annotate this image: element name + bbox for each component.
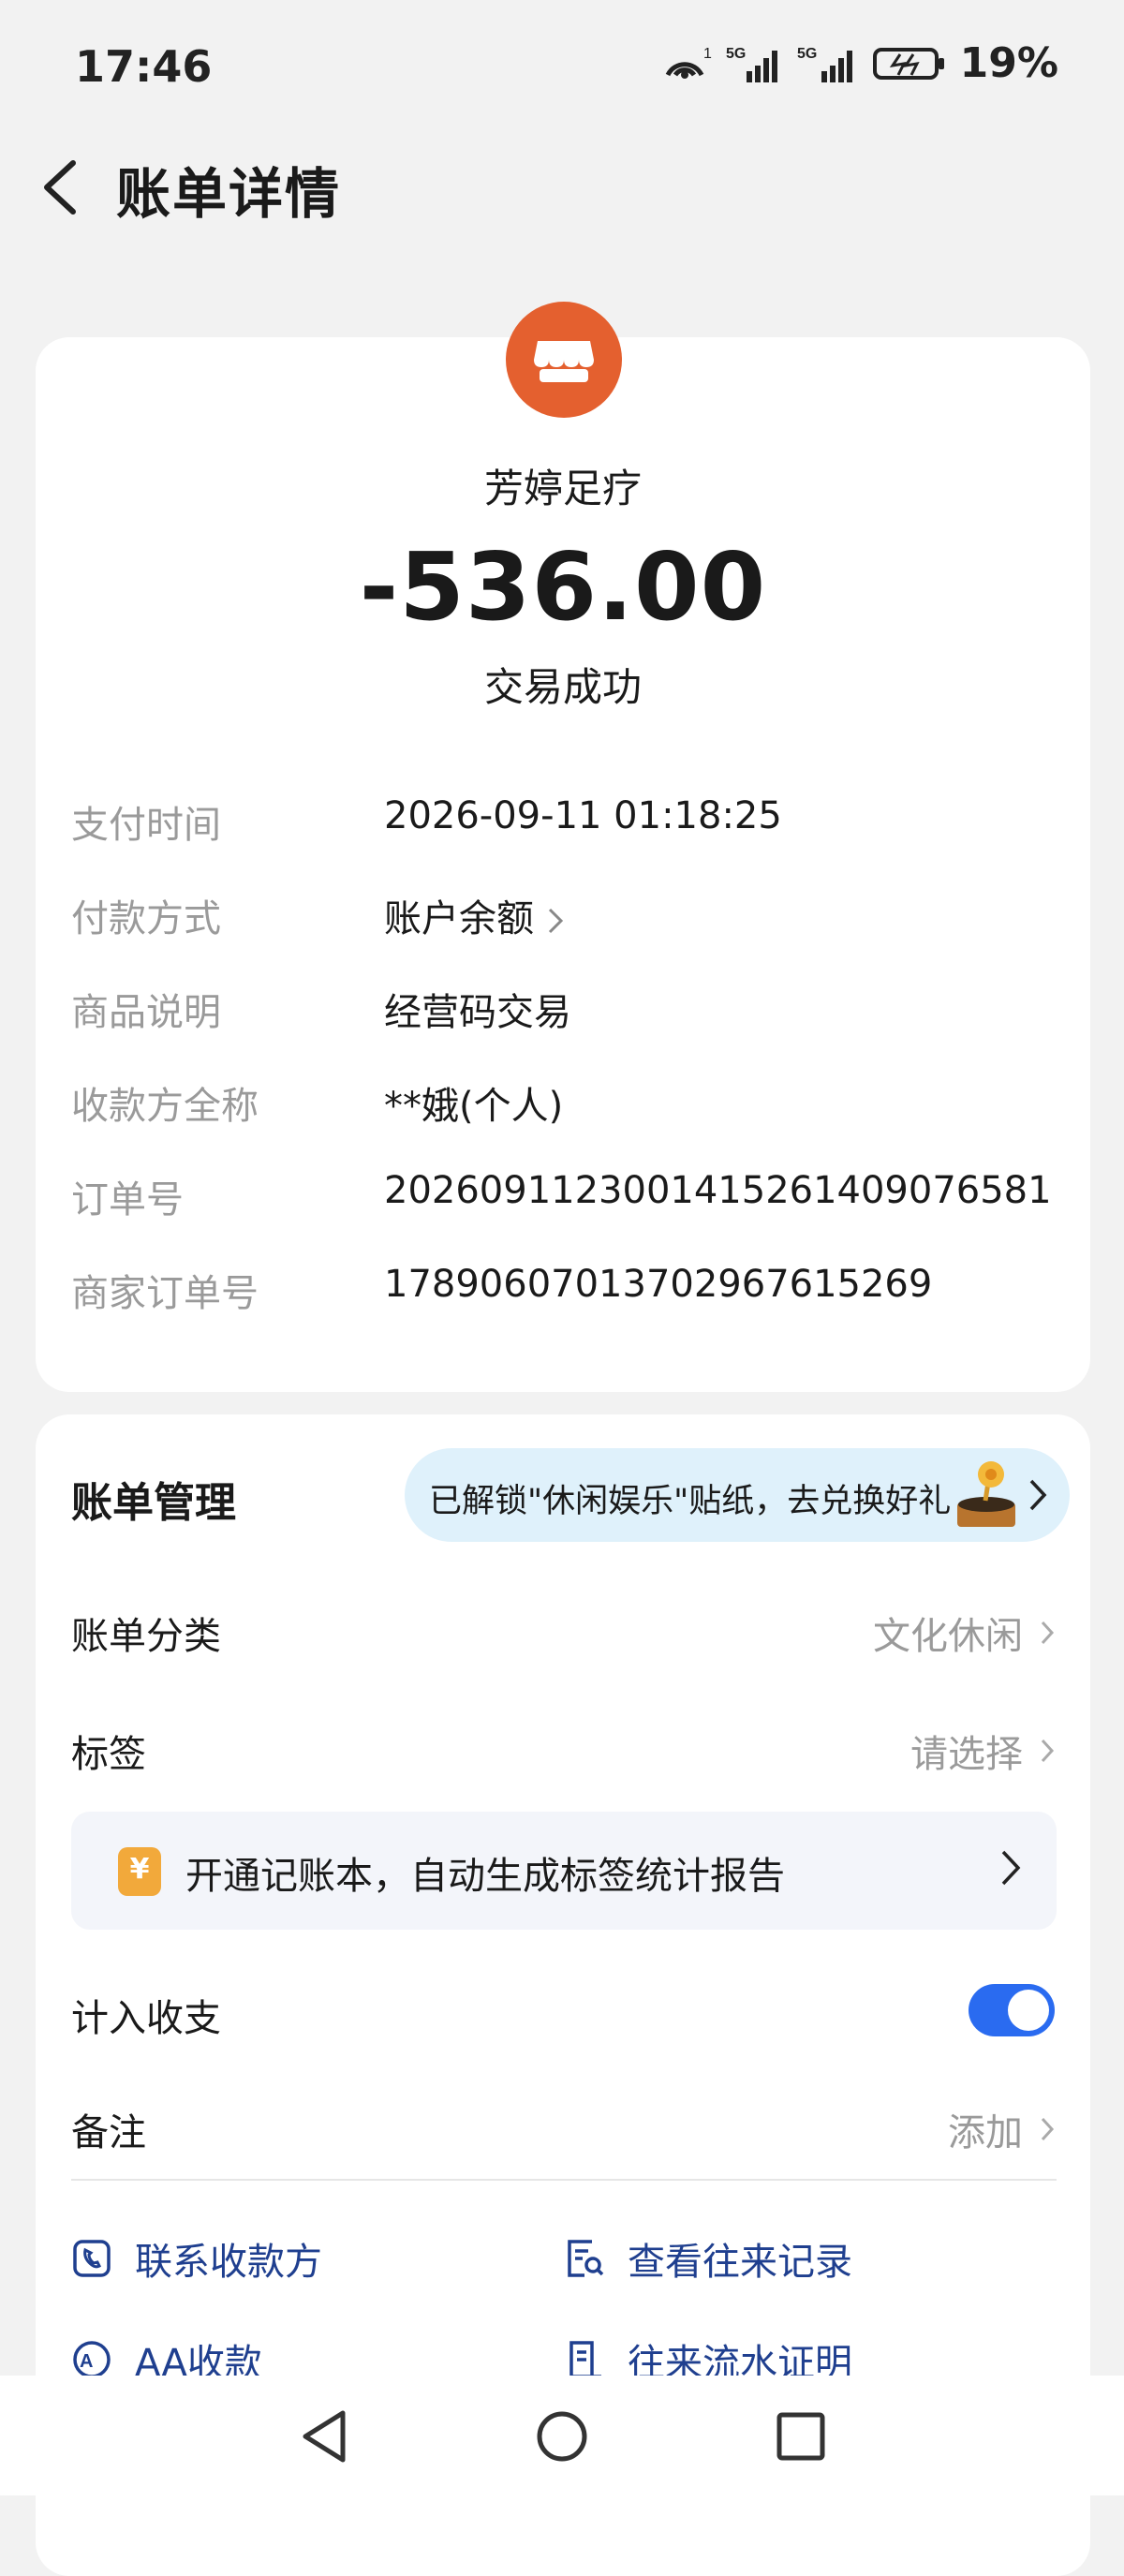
view-history-button[interactable]: 查看往来记录 — [564, 2226, 852, 2291]
detail-label: 商品说明 — [71, 991, 221, 1034]
include-in-stats-label: 计入收支 — [71, 1997, 221, 2040]
yuan-coupon-icon: ¥ — [118, 1847, 161, 1896]
detail-row-order-no: 订单号 20260911230014152614090765​81 — [71, 1169, 1055, 1225]
detail-label: 订单号 — [71, 1178, 184, 1221]
include-in-stats-toggle[interactable] — [969, 1984, 1055, 2036]
detail-label: 收款方全称 — [71, 1085, 259, 1128]
svg-text:5G: 5G — [726, 46, 746, 62]
chevron-right-icon — [1041, 1739, 1055, 1763]
detail-label: 付款方式 — [71, 897, 221, 940]
battery-percent: 19% — [959, 39, 1058, 87]
aa-icon: A — [73, 2341, 111, 2378]
gramophone-icon — [957, 1461, 1015, 1527]
sticker-reward-text: 已解锁"休闲娱乐"贴纸，去兑换好礼 — [429, 1483, 952, 1520]
note-label: 备注 — [71, 2111, 146, 2154]
transaction-status: 交易成功 — [483, 664, 642, 710]
chevron-right-icon — [1041, 2117, 1055, 2141]
transaction-amount: -536.00 — [359, 532, 767, 642]
tag-value: 请选择 — [910, 1724, 1055, 1778]
sticker-reward-banner[interactable]: 已解锁"休闲娱乐"贴纸，去兑换好礼 — [405, 1448, 1070, 1542]
app-header: 账单详情 — [0, 141, 1124, 234]
detail-row-product: 商品说明 经营码交易 — [71, 982, 1055, 1038]
transaction-card: 芳婷足疗 -536.00 交易成功 支付时间 2026-09-11 01:18:… — [36, 302, 1090, 1392]
chevron-right-icon — [1029, 1479, 1047, 1511]
detail-row-pay-time: 支付时间 2026-09-11 01:18:25 — [71, 794, 1055, 851]
nav-recents-icon[interactable] — [768, 2404, 834, 2469]
phone-icon — [73, 2240, 111, 2277]
status-icons: 1 5G 5G 19% — [660, 39, 1058, 87]
detail-value: 1789060701370296761526​9 — [384, 1263, 933, 1306]
bill-category-value: 文化休闲 — [873, 1606, 1055, 1660]
tag-row[interactable]: 标签 请选择 — [71, 1716, 1055, 1782]
nav-back-icon[interactable] — [292, 2404, 358, 2469]
note-row[interactable]: 备注 添加 — [71, 2095, 1055, 2160]
svg-text:1: 1 — [703, 46, 712, 62]
bookkeeping-promo[interactable]: ¥ 开通记账本，自动生成标签统计报告 — [71, 1812, 1057, 1930]
detail-value: 20260911230014152614090765​81 — [384, 1169, 1052, 1212]
detail-row-payee: 收款方全称 **娥(个人) — [71, 1075, 1055, 1132]
status-time: 17:46 — [75, 41, 213, 92]
detail-row-payment-method[interactable]: 付款方式 账户余额 — [71, 888, 1055, 944]
detail-value: 2026-09-11 01:18:25 — [384, 794, 782, 837]
section-title: 账单管理 — [71, 1479, 236, 1527]
status-bar: 17:46 1 5G 5G 19% — [0, 0, 1124, 131]
bookkeeping-promo-text: 开通记账本，自动生成标签统计报告 — [185, 1855, 785, 1898]
note-value: 添加 — [948, 2102, 1055, 2156]
chevron-right-icon — [1041, 1621, 1055, 1645]
battery-icon — [872, 47, 944, 80]
bill-category-row[interactable]: 账单分类 文化休闲 — [71, 1598, 1055, 1664]
detail-value: 账户余额 — [384, 888, 564, 942]
detail-row-merchant-order-no: 商家订单号 1789060701370296761526​9 — [71, 1263, 1055, 1319]
merchant-name: 芳婷足疗 — [483, 466, 642, 511]
system-nav-bar — [0, 2376, 1124, 2495]
signal-5g-icon: 5G — [726, 46, 777, 82]
chevron-right-icon — [1001, 1850, 1021, 1886]
page-title: 账单详情 — [116, 162, 342, 226]
detail-label: 支付时间 — [71, 804, 221, 847]
store-icon — [506, 302, 622, 418]
detail-label: 商家订单号 — [71, 1272, 259, 1315]
bill-category-label: 账单分类 — [71, 1615, 221, 1658]
toggle-knob — [1008, 1990, 1049, 2031]
detail-value: **娥(个人) — [384, 1085, 564, 1128]
contact-payee-button[interactable]: 联系收款方 — [71, 2226, 322, 2291]
include-in-stats-row: 计入收支 — [71, 1980, 1055, 2046]
hotspot-icon: 1 — [665, 46, 712, 79]
divider — [71, 2179, 1057, 2181]
records-search-icon — [568, 2240, 604, 2277]
svg-text:5G: 5G — [797, 46, 817, 62]
nav-home-icon[interactable] — [529, 2404, 595, 2469]
tag-label: 标签 — [71, 1733, 146, 1776]
signal-5g-icon-2: 5G — [797, 46, 852, 82]
svg-text:A: A — [80, 2351, 93, 2372]
contact-payee-label: 联系收款方 — [135, 2241, 322, 2284]
view-history-label: 查看往来记录 — [628, 2241, 852, 2284]
chevron-right-icon — [548, 908, 564, 934]
detail-value: 经营码交易 — [384, 991, 571, 1034]
document-icon — [569, 2341, 601, 2378]
back-arrow-icon[interactable] — [36, 157, 92, 217]
